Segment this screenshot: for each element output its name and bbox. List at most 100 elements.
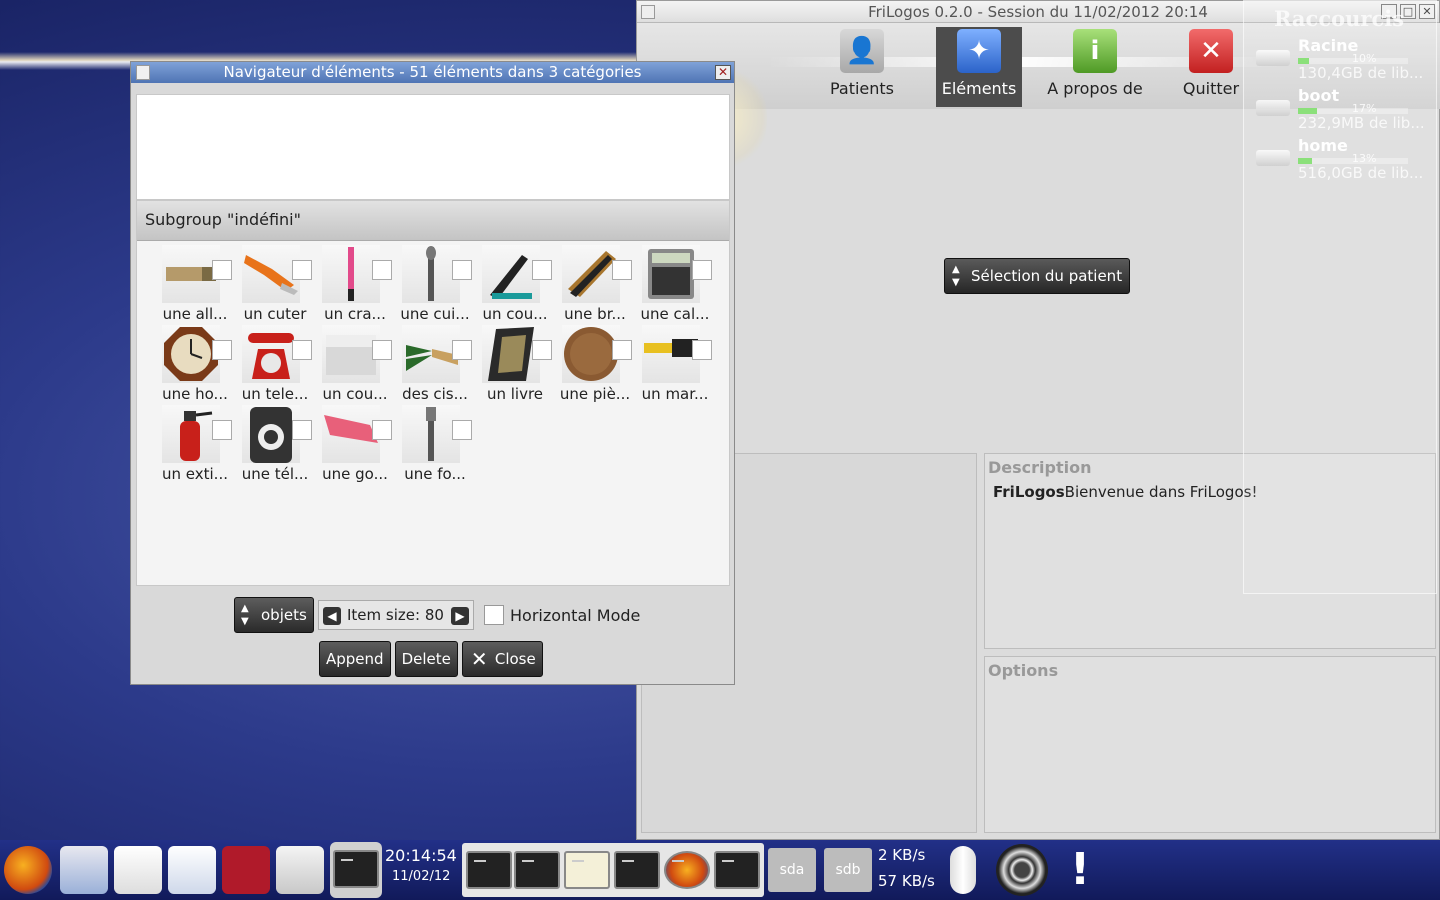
element-navigator-dialog: Navigateur d'éléments - 51 éléments dans…	[130, 61, 735, 685]
item-tile[interactable]: une piè...	[555, 325, 635, 405]
notepad-icon[interactable]	[564, 851, 610, 889]
item-checkbox[interactable]	[372, 260, 392, 280]
close-icon[interactable]: ✕	[715, 65, 731, 80]
item-tile[interactable]: un cou...	[475, 245, 555, 325]
item-tile[interactable]: une ho...	[155, 325, 235, 405]
item-tile[interactable]: un exti...	[155, 405, 235, 485]
item-tile[interactable]: un cra...	[315, 245, 395, 325]
file-cabinet-icon[interactable]	[276, 846, 324, 894]
item-label: une all...	[162, 305, 228, 323]
toolbar-quit-label: Quitter	[1182, 79, 1240, 98]
terminal-icon[interactable]	[330, 842, 382, 898]
terminal-icon[interactable]	[714, 851, 760, 889]
item-checkbox[interactable]	[212, 260, 232, 280]
delete-button[interactable]: Delete	[394, 641, 458, 677]
item-checkbox[interactable]	[452, 340, 472, 360]
item-tile[interactable]: un mar...	[635, 325, 715, 405]
clock[interactable]: 20:14:54 11/02/12	[385, 846, 461, 884]
item-label: un livre	[486, 385, 544, 403]
drive-free: 232,9MB de lib...	[1298, 114, 1425, 132]
system-monitor-icon[interactable]	[466, 851, 512, 889]
chevron-right-icon[interactable]: ▶	[451, 607, 469, 625]
document-viewer-icon[interactable]	[168, 846, 216, 894]
item-tile[interactable]: une go...	[315, 405, 395, 485]
item-tile[interactable]: une tél...	[235, 405, 315, 485]
horizontal-mode-toggle[interactable]: Horizontal Mode	[484, 605, 640, 625]
navigator-titlebar[interactable]: Navigateur d'éléments - 51 éléments dans…	[131, 62, 734, 83]
item-checkbox[interactable]	[212, 340, 232, 360]
item-label: un cra...	[324, 305, 386, 323]
item-checkbox[interactable]	[692, 260, 712, 280]
item-checkbox[interactable]	[292, 340, 312, 360]
toolbar-patients-button[interactable]: 👤 Patients	[819, 27, 905, 107]
item-checkbox[interactable]	[612, 260, 632, 280]
window-menu-icon[interactable]	[641, 5, 655, 19]
toolbar-quit-button[interactable]: ✕ Quitter	[1168, 27, 1254, 107]
drive-name: Racine	[1298, 36, 1359, 55]
item-checkbox[interactable]	[292, 260, 312, 280]
item-tile[interactable]: un tele...	[235, 325, 315, 405]
item-checkbox[interactable]	[612, 340, 632, 360]
item-label: un cou...	[482, 305, 548, 323]
item-label: un exti...	[162, 465, 228, 483]
item-tile[interactable]: une cui...	[395, 245, 475, 325]
item-size-stepper[interactable]: ◀ Item size: 80 ▶	[318, 600, 474, 630]
text-editor-icon[interactable]	[114, 846, 162, 894]
drive-racine[interactable]: Racine 10% 130,4GB de lib...	[1252, 36, 1436, 86]
network-monitor[interactable]: 2 KB/s 57 KB/s	[878, 842, 938, 894]
item-tile[interactable]: une br...	[555, 245, 635, 325]
thunderbird-icon[interactable]	[60, 846, 108, 894]
terminal-icon[interactable]	[614, 851, 660, 889]
category-select[interactable]: ▲ ▼ objets	[234, 597, 314, 633]
item-checkbox[interactable]	[292, 420, 312, 440]
toolbar-about-button[interactable]: i A propos de	[1039, 27, 1151, 107]
drive-name: home	[1298, 136, 1348, 155]
drive-home[interactable]: home 13% 516,0GB de lib...	[1252, 136, 1436, 186]
device-sdb[interactable]: sdb	[824, 848, 872, 892]
item-checkbox[interactable]	[532, 340, 552, 360]
item-checkbox[interactable]	[532, 260, 552, 280]
item-tile[interactable]: un livre	[475, 325, 555, 405]
task-list	[462, 843, 764, 897]
toolbar-elements-label: Eléments	[941, 79, 1017, 98]
hard-drive-icon	[1256, 100, 1290, 116]
close-button[interactable]: ✕ Close	[461, 641, 543, 677]
firefox-icon[interactable]	[4, 846, 52, 894]
patient-select-label: Sélection du patient	[971, 267, 1123, 285]
raccourcis-title: Raccourcis	[1274, 6, 1405, 31]
speaker-icon[interactable]	[996, 844, 1048, 896]
item-checkbox[interactable]	[212, 420, 232, 440]
item-checkbox[interactable]	[372, 340, 392, 360]
terminal-icon[interactable]	[514, 851, 560, 889]
firefox-icon[interactable]	[664, 851, 710, 889]
thermometer-icon[interactable]	[950, 846, 976, 894]
warning-icon[interactable]: !	[1060, 846, 1100, 894]
item-tile[interactable]: un cuter	[235, 245, 315, 325]
navigator-item-list[interactable]: Subgroup "indéfini" une all... un cuter …	[136, 200, 730, 586]
item-checkbox[interactable]	[452, 260, 472, 280]
item-tile[interactable]: des cis...	[395, 325, 475, 405]
patient-select-dropdown[interactable]: ▲ ▼ Sélection du patient	[944, 258, 1130, 294]
patients-icon: 👤	[840, 29, 884, 73]
item-checkbox[interactable]	[372, 420, 392, 440]
item-tile[interactable]: une all...	[155, 245, 235, 325]
horizontal-mode-checkbox[interactable]	[484, 605, 504, 625]
item-checkbox[interactable]	[692, 340, 712, 360]
chevron-left-icon[interactable]: ◀	[323, 607, 341, 625]
append-button[interactable]: Append	[319, 641, 391, 677]
toolbar-elements-button[interactable]: ✦ Eléments	[936, 27, 1022, 107]
item-tile[interactable]: un cou...	[315, 325, 395, 405]
category-select-label: objets	[261, 606, 307, 624]
device-sda[interactable]: sda	[768, 848, 816, 892]
item-tile[interactable]: une fo...	[395, 405, 475, 485]
window-menu-icon[interactable]	[136, 65, 150, 80]
item-grid: une all... un cuter un cra... une cui...	[137, 241, 731, 483]
quit-icon: ✕	[1189, 29, 1233, 73]
item-tile[interactable]: une cal...	[635, 245, 715, 325]
drive-boot[interactable]: boot 17% 232,9MB de lib...	[1252, 86, 1436, 136]
options-header: Options	[988, 661, 1059, 680]
taskbar: 20:14:54 11/02/12 sda sdb 2 KB/s 57 KB/s…	[0, 840, 1440, 900]
item-checkbox[interactable]	[452, 420, 472, 440]
filezilla-icon[interactable]	[222, 846, 270, 894]
terminal-screen-icon	[333, 850, 379, 888]
